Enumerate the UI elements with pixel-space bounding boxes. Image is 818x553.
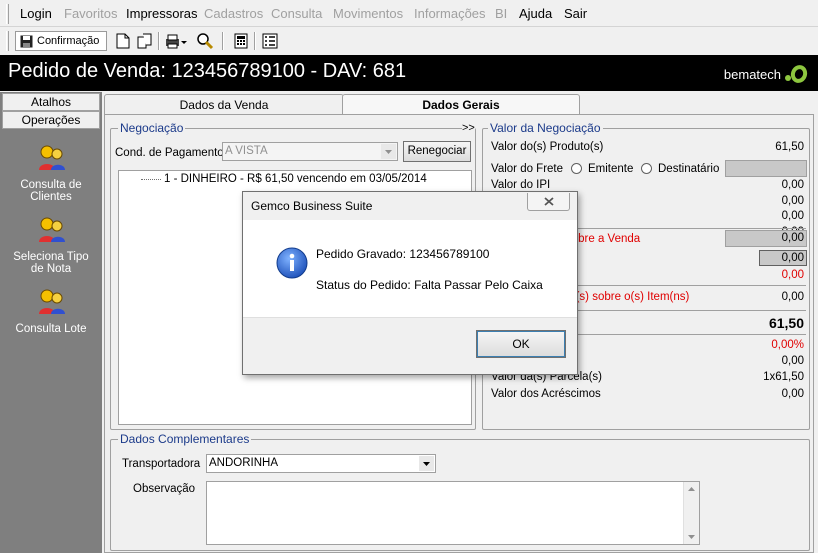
brand-logo: bematech (724, 65, 808, 83)
frete-input[interactable] (725, 160, 807, 177)
desc-venda-value: 0,00 (781, 232, 804, 244)
ok-button[interactable]: OK (476, 330, 566, 358)
close-icon (543, 197, 554, 206)
complementares-title: Dados Complementares (118, 432, 252, 446)
cond-pagamento-select[interactable]: A VISTA (222, 142, 398, 161)
valor-ipi-label: Valor do IPI (491, 179, 551, 191)
people-icon (39, 217, 65, 242)
brand-name: bematech (723, 66, 781, 82)
menu-cadastros[interactable]: Cadastros (204, 6, 263, 21)
menu-informacoes[interactable]: Informações (414, 6, 486, 21)
menu-favoritos[interactable]: Favoritos (64, 6, 117, 21)
toolbar-grip (6, 31, 9, 51)
tree-connector (141, 179, 161, 180)
tree-item[interactable]: 1 - DINHEIRO - R$ 61,50 vencendo em 03/0… (164, 173, 427, 185)
new-document-icon[interactable] (114, 32, 132, 50)
sidebar: Atalhos Operações Consulta de Clientes S… (0, 92, 102, 553)
dialog-titlebar: Gemco Business Suite (243, 192, 577, 220)
calculator-icon[interactable] (232, 32, 250, 50)
dialog-title: Gemco Business Suite (251, 199, 373, 213)
observacao-label: Observação (133, 483, 196, 495)
transportadora-label: Transportadora (122, 458, 201, 470)
sidebar-tab-operacoes[interactable]: Operações (2, 111, 100, 129)
tab-dados-venda[interactable]: Dados da Venda (104, 94, 344, 116)
close-button[interactable] (527, 193, 570, 211)
printer-icon[interactable] (164, 32, 188, 50)
brand-mark-icon (785, 65, 808, 83)
copy-document-icon[interactable] (136, 32, 154, 50)
scrollbar[interactable] (683, 482, 699, 544)
expand-button[interactable]: >> (462, 122, 475, 134)
emitente-label: Emitente (588, 163, 634, 175)
parcela-value: 1x61,50 (763, 371, 804, 383)
emitente-radio[interactable] (571, 163, 582, 174)
menu-bar: Login Favoritos Impressoras Cadastros Co… (0, 0, 818, 27)
people-icon (39, 145, 65, 170)
menu-grip (6, 4, 9, 24)
dialog-line-2: Status do Pedido: Falta Passar Pelo Caix… (316, 278, 543, 292)
chevron-down-icon (419, 456, 434, 471)
menu-movimentos[interactable]: Movimentos (333, 6, 403, 21)
destinatario-radio[interactable] (641, 163, 652, 174)
renegociar-button[interactable]: Renegociar (403, 141, 471, 162)
valor-frete-label: Valor do Frete (491, 163, 564, 175)
desc-input[interactable]: 0,00 (759, 250, 807, 266)
sidebar-item-label: Consulta Lote (15, 323, 87, 335)
valor-title: Valor da Negociação (488, 121, 603, 135)
cond-pagamento-value: A VISTA (225, 145, 268, 157)
menu-sair[interactable]: Sair (564, 6, 587, 21)
valor-produtos-label: Valor do(s) Produto(s) (491, 141, 604, 153)
menu-impressoras[interactable]: Impressoras (126, 6, 198, 21)
list-icon[interactable] (261, 32, 279, 50)
acrescimos-label: Valor dos Acréscimos (491, 388, 601, 400)
menu-login[interactable]: Login (20, 6, 52, 21)
menu-consulta[interactable]: Consulta (271, 6, 322, 21)
save-icon (20, 35, 33, 47)
menu-bi[interactable]: BI (495, 6, 507, 21)
acrescimos-value: 0,00 (781, 388, 804, 400)
scroll-down-icon[interactable] (688, 535, 695, 539)
dialog-line-1: Pedido Gravado: 123456789100 (316, 247, 490, 261)
desc-venda-input[interactable]: 0,00 (725, 230, 807, 247)
toolbar-separator (222, 32, 224, 50)
menu-ajuda[interactable]: Ajuda (519, 6, 552, 21)
valor-ipi: 0,00 (781, 195, 804, 207)
people-icon (39, 289, 65, 314)
valor-produtos: 61,50 (775, 141, 804, 153)
sidebar-item-label: Seleciona Tipo de Nota (13, 251, 89, 275)
sidebar-item-consulta-clientes[interactable]: Consulta de Clientes (0, 144, 102, 203)
destinatario-label: Destinatário (658, 163, 720, 175)
toolbar-separator (254, 32, 256, 50)
transportadora-select[interactable]: ANDORINHA (206, 454, 436, 473)
toolbar-separator (158, 32, 160, 50)
scroll-up-icon[interactable] (688, 487, 695, 491)
toolbar: Confirmação (0, 28, 818, 54)
desc-item-label: to(s) sobre o(s) Item(ns) (566, 291, 690, 303)
valor-row-12: 0,00 (781, 355, 804, 367)
tab-dados-gerais[interactable]: Dados Gerais (342, 94, 580, 116)
info-icon (276, 247, 308, 279)
observacao-textarea[interactable] (206, 481, 700, 545)
total-value: 61,50 (768, 315, 804, 331)
valor-row-4: 0,00 (781, 210, 804, 222)
desc-value: 0,00 (781, 252, 804, 264)
page-title: Pedido de Venda: 123456789100 - DAV: 681 (8, 60, 407, 82)
confirm-label: Confirmação (37, 35, 100, 47)
confirm-button[interactable]: Confirmação (15, 31, 107, 51)
sidebar-item-seleciona-tipo-nota[interactable]: Seleciona Tipo de Nota (0, 216, 102, 275)
cond-pagamento-label: Cond. de Pagamento (115, 147, 224, 159)
page-header: Pedido de Venda: 123456789100 - DAV: 681… (0, 55, 818, 91)
percent-value: 0,00% (771, 339, 804, 351)
valor-row-8: 0,00 (781, 269, 804, 281)
transportadora-value: ANDORINHA (209, 457, 279, 469)
sidebar-item-consulta-lote[interactable]: Consulta Lote (0, 288, 102, 335)
valor-frete: 0,00 (781, 179, 804, 191)
message-dialog: Gemco Business Suite Pedido Gravado: 123… (242, 191, 578, 375)
desc-item-value: 0,00 (781, 291, 804, 303)
sidebar-tab-atalhos[interactable]: Atalhos (2, 93, 100, 111)
search-key-icon[interactable] (196, 32, 214, 50)
negociacao-title: Negociação (118, 121, 186, 135)
chevron-down-icon (381, 144, 396, 159)
sidebar-item-label: Consulta de Clientes (20, 179, 82, 203)
